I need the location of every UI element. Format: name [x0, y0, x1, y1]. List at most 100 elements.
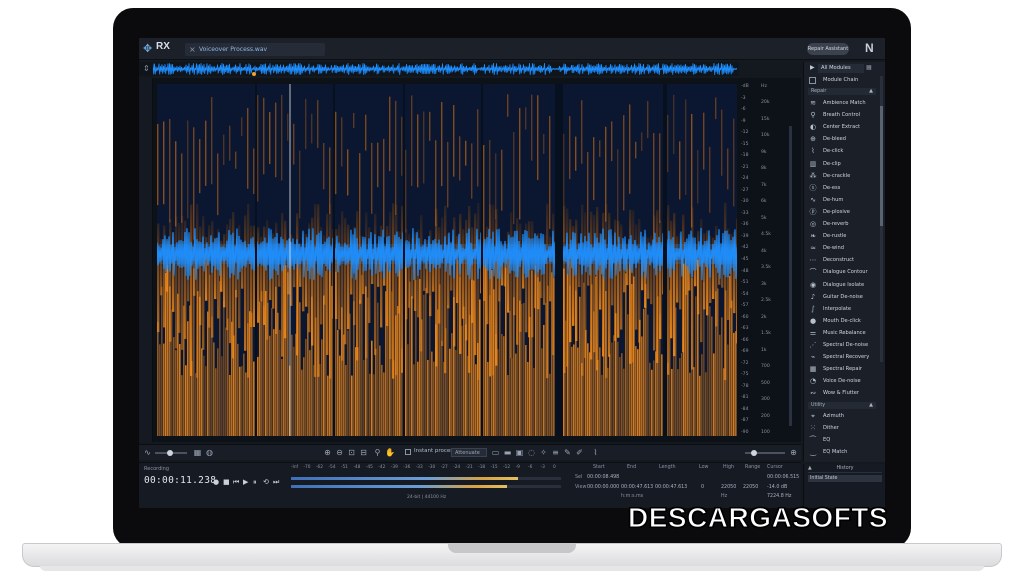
scrollbar-thumb[interactable] [880, 106, 883, 226]
lasso-icon[interactable]: ◌ [527, 448, 536, 457]
module-item[interactable]: ◔ Voice De-noise [808, 376, 878, 387]
loop-icon[interactable]: ⟲ [263, 477, 269, 487]
module-item[interactable]: ⁙ Dither [808, 423, 878, 434]
pencil-icon[interactable]: ✐ [575, 448, 584, 457]
attenuate-dropdown[interactable]: Attenuate [451, 448, 487, 457]
module-item[interactable]: ▦ Spectral Repair [808, 364, 878, 375]
harmonic-energy [731, 300, 733, 436]
view-end[interactable]: 00:00:47.613 [621, 485, 653, 490]
view-low[interactable]: 0 [701, 485, 704, 490]
view-length[interactable]: 00:00:47.613 [655, 485, 687, 490]
zoom-selection-icon[interactable]: ⊡ [347, 448, 356, 457]
module-item[interactable]: ∾ Wow & Flutter [808, 388, 878, 399]
sel-start[interactable]: 00:00:08.498 [587, 475, 619, 480]
module-item[interactable]: ≈ De-wind [808, 243, 878, 254]
repair-assistant-button[interactable]: Repair Assistant [807, 43, 849, 55]
harmonic-select-icon[interactable]: ≡ [551, 448, 560, 457]
module-item[interactable]: ● Mouth De-click [808, 316, 878, 327]
view-range[interactable]: 22050 [743, 485, 758, 490]
stop-icon[interactable]: ■ [223, 477, 230, 487]
view-start[interactable]: 00:00:00.000 [587, 485, 619, 490]
harmonic-energy [457, 259, 459, 436]
time-selection-icon[interactable]: ▭ [491, 448, 500, 457]
record-icon[interactable]: ● [213, 477, 219, 487]
module-label: EQ Match [823, 448, 848, 455]
time-frequency-selection-icon[interactable]: ▣ [515, 448, 524, 457]
gain-curve-icon[interactable]: ⌇ [591, 448, 600, 457]
harmonic-energy [507, 375, 509, 436]
zoom-toggle-icon[interactable]: ⇕ [143, 64, 150, 73]
hand-tool-icon[interactable]: ✋ [385, 448, 395, 457]
high-frequency-energy [305, 98, 307, 150]
meter-tick-label: -42 [378, 465, 386, 470]
play-module-icon[interactable]: ▶ [810, 64, 815, 71]
brush-icon[interactable]: ✎ [563, 448, 572, 457]
harmonic-energy [579, 296, 581, 436]
module-item[interactable]: ♪ Guitar De-noise [808, 292, 878, 303]
history-item[interactable]: Initial State [808, 475, 882, 482]
go-to-start-icon[interactable]: ⏮ [233, 477, 239, 487]
module-item[interactable]: ▥ De-clip [808, 159, 878, 170]
module-scrollbar[interactable] [880, 76, 883, 362]
repair-section-header[interactable]: Repair ▲ [808, 88, 876, 95]
waveform-overview[interactable]: ⇕ [139, 62, 739, 76]
module-item[interactable]: ⌁ Spectral Recovery [808, 352, 878, 363]
module-item[interactable]: ◎ De-reverb [808, 219, 878, 230]
play-icon[interactable]: ▶ [243, 477, 248, 487]
close-tab-icon[interactable]: × [189, 43, 196, 56]
view-high[interactable]: 22050 [721, 485, 736, 490]
module-chain-button[interactable]: Module Chain [808, 76, 880, 85]
color-map-icon[interactable]: ◍ [205, 448, 214, 457]
module-item[interactable]: ⚲ Breath Control [808, 110, 878, 121]
waveform-toggle-icon[interactable]: ∿ [143, 448, 152, 457]
utility-section-header[interactable]: Utility ▲ [808, 401, 876, 409]
grid-view-icon[interactable]: ▦ [866, 64, 872, 71]
time-format-label[interactable]: h:m:s.ms [621, 494, 643, 499]
module-item[interactable]: ⏜ EQ [808, 435, 878, 446]
zoom-out-icon[interactable]: ⊖ [335, 448, 344, 457]
zoom-in-icon[interactable]: ⊕ [323, 448, 332, 457]
spectrogram-canvas[interactable] [157, 84, 737, 436]
module-item[interactable]: ⚌ Music Rebalance [808, 328, 878, 339]
spectrogram-settings-icon[interactable]: ▦ [193, 448, 202, 457]
expand-icon[interactable]: ▲ [808, 466, 812, 471]
pause-icon[interactable]: ⏸ [253, 477, 257, 487]
spectrogram-view[interactable] [157, 84, 737, 436]
collapse-icon[interactable]: ▲ [869, 88, 873, 95]
file-tab[interactable]: × Voiceover Process.wav [185, 43, 325, 56]
magic-wand-icon[interactable]: ✧ [539, 448, 548, 457]
opacity-slider-knob[interactable] [167, 450, 173, 456]
module-item[interactable]: ⋯ Deconstruct [808, 255, 878, 266]
module-item[interactable]: ⌇ De-click [808, 146, 878, 157]
vertical-zoom-bar[interactable] [789, 126, 792, 426]
module-item[interactable]: ⁂ De-crackle [808, 171, 878, 182]
module-item[interactable]: ⋰ Spectral De-noise [808, 340, 878, 351]
frequency-selection-icon[interactable]: ▬ [503, 448, 512, 457]
all-modules-dropdown[interactable]: All Modules [818, 64, 864, 73]
module-item[interactable]: ⌒ Dialogue Contour [808, 267, 878, 278]
collapse-icon[interactable]: ▲ [869, 402, 873, 409]
zoom-vertical-icon[interactable]: ⊕ [789, 448, 798, 457]
magnify-icon[interactable]: ⚲ [373, 448, 382, 457]
instant-process-checkbox[interactable] [405, 449, 411, 455]
module-item[interactable]: ∫ Interpolate [808, 304, 878, 315]
module-item[interactable]: ⌖ Azimuth [808, 411, 878, 422]
module-item[interactable]: ❧ De-rustle [808, 231, 878, 242]
harmonic-energy [565, 320, 567, 436]
harmonic-energy [357, 347, 359, 436]
module-item[interactable]: ⓟ De-plosive [808, 207, 878, 218]
harmonic-energy [405, 258, 407, 436]
module-item[interactable]: ◐ Center Extract [808, 122, 878, 133]
zoom-fit-icon[interactable]: ⊟ [359, 448, 368, 457]
module-item[interactable]: ∿ De-hum [808, 195, 878, 206]
vertical-zoom-knob[interactable] [751, 450, 757, 456]
module-item[interactable]: ⓢ De-ess [808, 183, 878, 194]
go-to-end-icon[interactable]: ⏭ [273, 477, 279, 487]
hz-tick-label: 300 [761, 397, 770, 403]
module-item[interactable]: ≋ Ambience Match [808, 98, 878, 109]
module-item[interactable]: ⊕ De-bleed [808, 134, 878, 145]
module-item[interactable]: ◉ Dialogue Isolate [808, 280, 878, 291]
playhead-marker[interactable] [252, 72, 256, 76]
module-label: Center Extract [823, 124, 861, 131]
module-item[interactable]: ⏝ EQ Match [808, 447, 878, 458]
